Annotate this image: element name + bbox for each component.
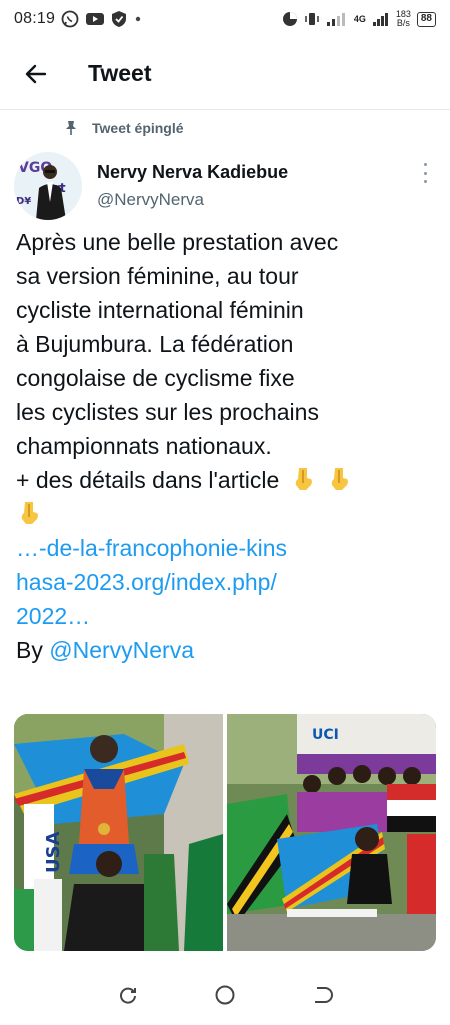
more-vertical-icon[interactable] <box>416 160 434 186</box>
pinned-indicator: Tweet épinglé <box>64 120 184 136</box>
tweet-line: les cyclistes sur les prochains <box>16 399 319 425</box>
pointing-down-emoji <box>295 468 312 490</box>
link-line: hasa-2023.org/index.php/ <box>16 569 277 595</box>
app-header: Tweet <box>0 38 450 110</box>
shield-icon <box>112 11 127 27</box>
pin-icon <box>66 121 76 135</box>
tweet-line: à Bujumbura. La fédération <box>16 331 294 357</box>
tweet-line: championnats nationaux. <box>16 433 272 459</box>
link-line: …-de-la-francophonie-kins <box>16 535 288 561</box>
tweet-line-with-emoji: + des détails dans l'article <box>16 463 436 497</box>
vibrate-icon <box>305 13 319 25</box>
page-title: Tweet <box>88 60 152 86</box>
author-handle[interactable]: @NervyNerva <box>97 190 204 210</box>
notification-icons <box>61 10 143 28</box>
author-name[interactable]: Nervy Nerva Kadiebue <box>97 162 288 183</box>
photo-1[interactable]: USA <box>14 714 223 951</box>
pinned-label: Tweet épinglé <box>92 120 184 136</box>
network-speed: 183 B/s <box>396 10 411 28</box>
pointing-down-emoji <box>21 502 38 524</box>
back-nav-icon <box>314 987 333 1003</box>
status-right: 4G 183 B/s 88 <box>282 10 436 28</box>
article-link[interactable]: …-de-la-francophonie-kins hasa-2023.org/… <box>16 531 436 633</box>
arrow-left-icon <box>25 64 47 83</box>
tweet-text: Après une belle prestation avec sa versi… <box>16 225 436 667</box>
recent-apps-button[interactable] <box>106 973 150 1017</box>
pointing-down-emoji <box>331 468 349 490</box>
data-saver-icon <box>282 12 297 26</box>
tweet-line: + des détails dans l'article <box>16 467 280 493</box>
whatsapp-icon <box>61 10 79 28</box>
svg-text:USA: USA <box>43 831 64 873</box>
tweet-line: cycliste international féminin <box>16 297 304 323</box>
byline: By @NervyNerva <box>16 633 436 667</box>
by-label: By <box>16 637 43 663</box>
media-grid: USA UCI <box>14 714 436 951</box>
avatar-image: VGO rt D¥ <box>14 152 82 220</box>
speed-unit: B/s <box>396 18 410 28</box>
recent-apps-icon <box>120 987 137 1004</box>
photo-image: USA <box>14 714 223 951</box>
mention-link[interactable]: @NervyNerva <box>49 637 194 663</box>
avatar[interactable]: VGO rt D¥ <box>14 152 82 220</box>
dot-icon <box>135 16 141 22</box>
photo-image: UCI <box>227 714 436 951</box>
tweet-line: sa version féminine, au tour <box>16 263 299 289</box>
photo-2[interactable]: UCI <box>227 714 436 951</box>
link-line: 2022… <box>16 603 91 629</box>
youtube-icon <box>86 13 105 25</box>
status-bar: 08:19 4G 183 B/s 88 <box>0 0 450 38</box>
back-button[interactable] <box>0 38 72 110</box>
home-button[interactable] <box>203 973 247 1017</box>
network-type: 4G <box>353 14 366 24</box>
svg-text:D¥: D¥ <box>16 196 31 207</box>
battery-indicator: 88 <box>416 11 436 27</box>
system-nav-bar <box>0 965 450 1025</box>
tweet-line: congolaise de cyclisme fixe <box>16 365 295 391</box>
status-time: 08:19 <box>14 10 56 27</box>
signal-icon <box>326 13 345 26</box>
emoji-line <box>16 497 436 531</box>
home-icon <box>215 985 235 1005</box>
back-nav-button[interactable] <box>300 973 344 1017</box>
tweet-line: Après une belle prestation avec <box>16 229 339 255</box>
svg-text:UCI: UCI <box>312 727 339 743</box>
signal-icon-2 <box>372 13 388 26</box>
